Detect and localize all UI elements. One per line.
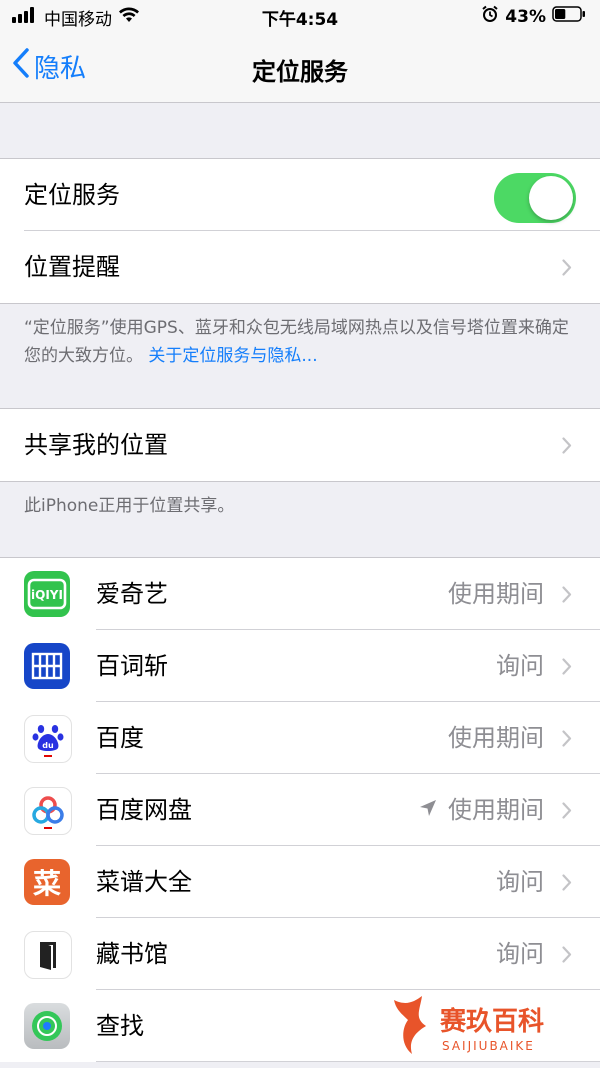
app-row-baidu-netdisk[interactable]: 百度网盘 使用期间	[0, 774, 600, 846]
share-my-location-row[interactable]: 共享我的位置	[0, 409, 600, 481]
app-permission-value: 使用期间	[418, 774, 544, 846]
find-my-icon	[24, 1003, 70, 1049]
app-name: 爱奇艺	[96, 580, 168, 608]
app-name: 菜谱大全	[96, 868, 192, 896]
app-row-library[interactable]: 藏书馆 询问	[0, 918, 600, 990]
page-title: 定位服务	[252, 58, 348, 86]
baidu-icon: du	[24, 715, 72, 763]
watermark-subtitle: SAIJIUBAIKE	[442, 1039, 535, 1053]
location-arrow-icon	[418, 774, 438, 846]
watermark-title: 赛玖百科	[439, 1006, 544, 1037]
chevron-right-icon	[562, 874, 572, 895]
app-permission-value: 使用期间	[448, 580, 544, 608]
location-alerts-row[interactable]: 位置提醒	[0, 231, 600, 303]
apps-group: iQIYI 爱奇艺 使用期间 百词斩 询问 du 百度 使用期间 百度网盘 使用…	[0, 557, 600, 1062]
app-row-baidu[interactable]: du 百度 使用期间	[0, 702, 600, 774]
navigation-bar: 隐私 定位服务	[0, 34, 600, 103]
svg-text:iQIYI: iQIYI	[31, 588, 63, 602]
watermark-logo: 赛玖百科 SAIJIUBAIKE	[386, 992, 586, 1062]
status-bar: 中国移动 下午4:54 43%	[0, 0, 600, 34]
app-permission-value: 询问	[496, 652, 544, 680]
svg-text:du: du	[42, 741, 54, 750]
sharing-status-text: 此iPhone正用于位置共享。	[24, 496, 235, 516]
location-alerts-label: 位置提醒	[24, 253, 120, 281]
location-services-description: “定位服务”使用GPS、蓝牙和众包无线局域网热点以及信号塔位置来确定您的大致方位…	[24, 314, 576, 370]
app-name: 百词斩	[96, 652, 168, 680]
app-row-recipes[interactable]: 菜 菜谱大全 询问	[0, 846, 600, 918]
app-name: 百度	[96, 724, 144, 752]
chevron-right-icon	[562, 586, 572, 607]
battery-icon	[552, 6, 586, 27]
share-location-group: 共享我的位置	[0, 408, 600, 482]
chevron-right-icon	[562, 259, 572, 280]
share-my-location-label: 共享我的位置	[24, 431, 168, 459]
app-name: 百度网盘	[96, 796, 192, 824]
privacy-info-link[interactable]: 关于定位服务与隐私...	[148, 346, 317, 366]
library-icon	[24, 931, 72, 979]
chevron-right-icon	[562, 658, 572, 679]
app-permission-value: 询问	[496, 940, 544, 968]
location-services-row: 定位服务	[0, 159, 600, 231]
battery-percent: 43%	[505, 6, 546, 27]
iqiyi-icon: iQIYI	[24, 571, 70, 617]
baidu-netdisk-icon	[24, 787, 72, 835]
toggle-knob	[529, 176, 573, 220]
app-name: 查找	[96, 1012, 144, 1040]
app-row-baicizhan[interactable]: 百词斩 询问	[0, 630, 600, 702]
baicizhan-icon	[24, 643, 70, 689]
back-button-label: 隐私	[34, 54, 87, 84]
chevron-right-icon	[562, 730, 572, 751]
app-permission-value: 询问	[496, 868, 544, 896]
chevron-left-icon	[12, 48, 30, 85]
app-name: 藏书馆	[96, 940, 168, 968]
location-services-label: 定位服务	[24, 181, 120, 209]
location-settings-group: 定位服务 位置提醒	[0, 158, 600, 304]
back-button[interactable]: 隐私	[12, 48, 86, 85]
app-permission-value: 使用期间	[448, 724, 544, 752]
location-services-toggle[interactable]	[494, 173, 576, 223]
chevron-right-icon	[562, 437, 572, 458]
chevron-right-icon	[562, 946, 572, 967]
chevron-right-icon	[562, 802, 572, 823]
recipe-icon: 菜	[24, 859, 70, 905]
app-row-iqiyi[interactable]: iQIYI 爱奇艺 使用期间	[0, 558, 600, 630]
alarm-icon	[481, 5, 499, 28]
